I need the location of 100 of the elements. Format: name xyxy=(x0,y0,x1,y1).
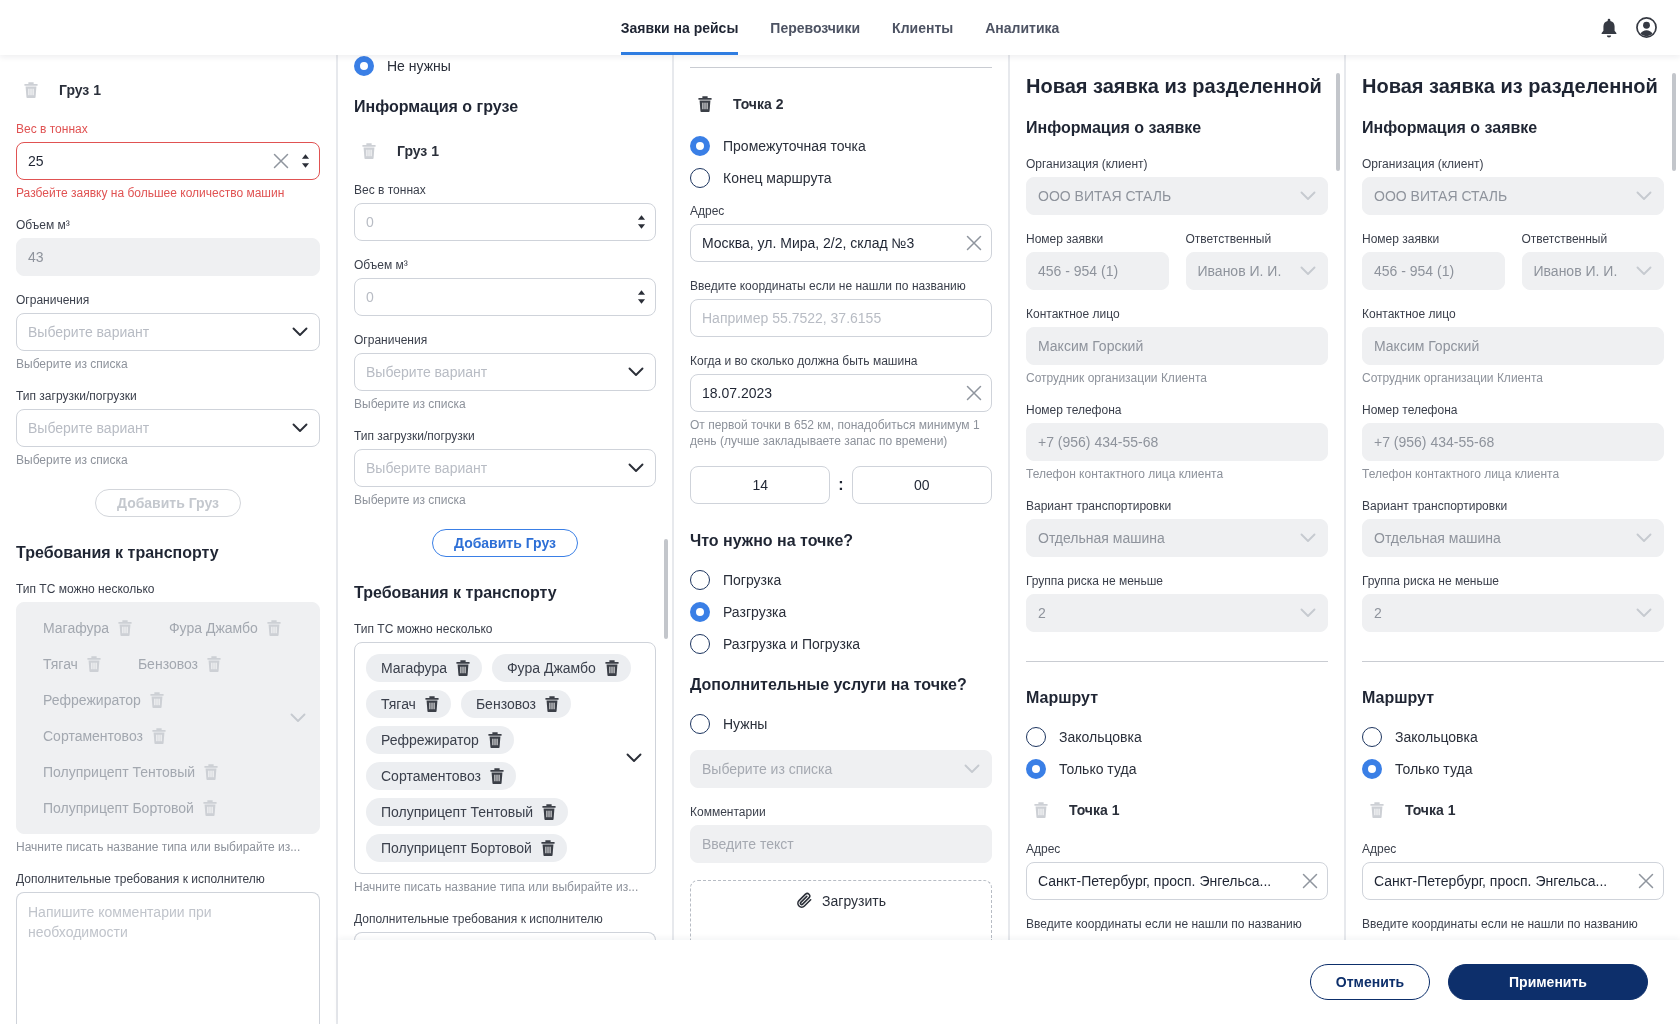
add-cargo-button[interactable]: Добавить Груз xyxy=(432,529,578,557)
radio-icon[interactable] xyxy=(1362,727,1382,747)
radio-option[interactable]: Только туда xyxy=(1026,759,1328,779)
number-input[interactable]: 0 xyxy=(354,278,656,316)
chevron-down-icon[interactable] xyxy=(626,753,642,763)
section-heading: Информация о заявке xyxy=(1362,118,1539,138)
radio-option[interactable]: Погрузка xyxy=(690,570,992,590)
clear-icon[interactable] xyxy=(273,153,289,169)
multiselect-field[interactable]: Магафура Фура Джамбо Тягач Бензовоз Рефрежиратор Сортаментовоз Полуприцепт Тентовый Полуприцепт Бортовой xyxy=(354,642,656,874)
nav-tab[interactable]: Клиенты xyxy=(892,0,954,55)
clear-icon[interactable] xyxy=(966,385,982,401)
field-label: Тип загрузки/погрузки xyxy=(16,389,138,403)
trash-icon[interactable] xyxy=(604,660,619,676)
field-hint: Телефон контактного лица клиента xyxy=(1362,466,1561,482)
radio-option[interactable]: Закольцовка xyxy=(1026,727,1328,747)
tag-chip[interactable]: Полуприцепт Тентовый xyxy=(366,798,569,826)
tag-chip[interactable]: Тягач xyxy=(366,690,451,718)
scrollbar-thumb[interactable] xyxy=(1336,73,1340,171)
scrollbar-thumb[interactable] xyxy=(664,539,668,639)
trash-icon[interactable] xyxy=(540,840,555,856)
section-heading: Дополнительные услуги на точке? xyxy=(690,675,968,695)
trash-icon[interactable] xyxy=(424,696,439,712)
tag-chip[interactable]: Бензовоз xyxy=(460,690,571,718)
chevron-down-icon[interactable] xyxy=(292,327,308,337)
dropdown-select[interactable]: Выберите вариант xyxy=(16,409,320,447)
textarea-field[interactable]: Напишите комментарии при необходимости xyxy=(16,892,320,1024)
cancel-button[interactable]: Отменить xyxy=(1310,964,1430,1000)
trash-icon[interactable] xyxy=(487,732,502,748)
time-separator: : xyxy=(838,476,844,494)
field-label: Номер телефона xyxy=(1362,403,1459,417)
radio-icon[interactable] xyxy=(354,56,374,76)
field-label: Группа риска не меньше xyxy=(1026,574,1164,588)
chevron-down-icon[interactable] xyxy=(628,463,644,473)
radio-icon[interactable] xyxy=(1362,759,1382,779)
field-label: Тип ТС можно несколько xyxy=(354,622,494,636)
clear-icon[interactable] xyxy=(966,235,982,251)
radio-icon[interactable] xyxy=(690,634,710,654)
spinner-arrows-icon[interactable] xyxy=(301,153,310,169)
field-label: Дополнительные требования к исполнителю xyxy=(16,872,266,886)
hours-input[interactable]: 14 xyxy=(690,466,831,504)
trash-icon[interactable] xyxy=(455,660,470,676)
radio-option[interactable]: Конец маршрута xyxy=(690,168,992,188)
dropdown-select[interactable]: Выберите вариант xyxy=(16,313,320,351)
tag-chip[interactable]: Рефрежиратор xyxy=(366,726,514,754)
section-heading: Требования к транспорту xyxy=(354,583,558,603)
radio-icon[interactable] xyxy=(1026,727,1046,747)
section-heading: Информация о заявке xyxy=(1026,118,1203,138)
field-hint: Начните писать название типа или выбирайте из... xyxy=(16,839,302,855)
item-title: Точка 2 xyxy=(733,95,784,113)
field-label: Контактное лицо xyxy=(1362,307,1457,321)
field-label: Вес в тоннах xyxy=(16,122,89,136)
field-label: Адрес xyxy=(690,204,726,218)
radio-icon[interactable] xyxy=(690,602,710,622)
clear-icon[interactable] xyxy=(1638,873,1654,889)
field-hint: Телефон контактного лица клиента xyxy=(1026,466,1225,482)
radio-option[interactable]: Закольцовка xyxy=(1362,727,1664,747)
nav-tab[interactable]: Аналитика xyxy=(985,0,1060,55)
tag-chip[interactable]: Полуприцепт Бортовой xyxy=(366,834,567,862)
scrollbar-thumb[interactable] xyxy=(1672,73,1676,171)
radio-option[interactable]: Промежуточная точка xyxy=(690,136,992,156)
clear-icon[interactable] xyxy=(1302,873,1318,889)
field-label: Введите координаты если не нашли по названию xyxy=(1026,917,1303,931)
tag-chip[interactable]: Фура Джамбо xyxy=(491,654,631,682)
apply-button[interactable]: Применить xyxy=(1448,964,1648,1000)
text-input[interactable]: Москва, ул. Мира, 2/2, склад №3 xyxy=(690,224,992,262)
spinner-arrows-icon[interactable] xyxy=(637,214,646,230)
text-input[interactable]: 18.07.2023 xyxy=(690,374,992,412)
field-hint: Выберите из списка xyxy=(16,356,129,372)
chevron-down-icon[interactable] xyxy=(292,423,308,433)
chevron-down-icon[interactable] xyxy=(628,367,644,377)
number-input[interactable]: 0 xyxy=(354,203,656,241)
radio-option[interactable]: Не нужны xyxy=(354,56,656,76)
notification-bell-icon[interactable] xyxy=(1600,17,1618,38)
number-input[interactable]: 25 xyxy=(16,142,320,180)
spinner-arrows-icon[interactable] xyxy=(637,289,646,305)
field-label: Ограничения xyxy=(354,333,429,347)
radio-icon[interactable] xyxy=(1026,759,1046,779)
trash-icon[interactable] xyxy=(545,696,559,712)
tag-chip[interactable]: Магафура xyxy=(366,654,482,682)
radio-icon[interactable] xyxy=(690,136,710,156)
trash-icon[interactable] xyxy=(489,768,504,784)
nav-tab[interactable]: Перевозчики xyxy=(770,0,861,55)
radio-option[interactable]: Нужны xyxy=(690,714,992,734)
radio-icon[interactable] xyxy=(690,570,710,590)
trash-icon[interactable] xyxy=(542,804,557,820)
tag-chip[interactable]: Сортаментовоз xyxy=(366,762,516,790)
text-input[interactable]: Санкт-Петербург, просп. Энгельса... xyxy=(1026,862,1328,900)
trash-icon[interactable] xyxy=(698,96,712,112)
radio-option[interactable]: Только туда xyxy=(1362,759,1664,779)
dropdown-select[interactable]: Выберите вариант xyxy=(354,449,656,487)
text-input[interactable]: Санкт-Петербург, просп. Энгельса... xyxy=(1362,862,1664,900)
field-hint: Выберите из списка xyxy=(354,492,467,508)
user-profile-icon[interactable] xyxy=(1636,17,1657,38)
dropdown-select[interactable]: Выберите вариант xyxy=(354,353,656,391)
radio-icon[interactable] xyxy=(690,168,710,188)
radio-option[interactable]: Разгрузка xyxy=(690,602,992,622)
minutes-input[interactable]: 00 xyxy=(851,466,992,504)
text-input[interactable]: Например 55.7522, 37.6155 xyxy=(690,299,992,337)
radio-icon[interactable] xyxy=(690,714,710,734)
radio-option[interactable]: Разгрузка и Погрузка xyxy=(690,634,992,654)
